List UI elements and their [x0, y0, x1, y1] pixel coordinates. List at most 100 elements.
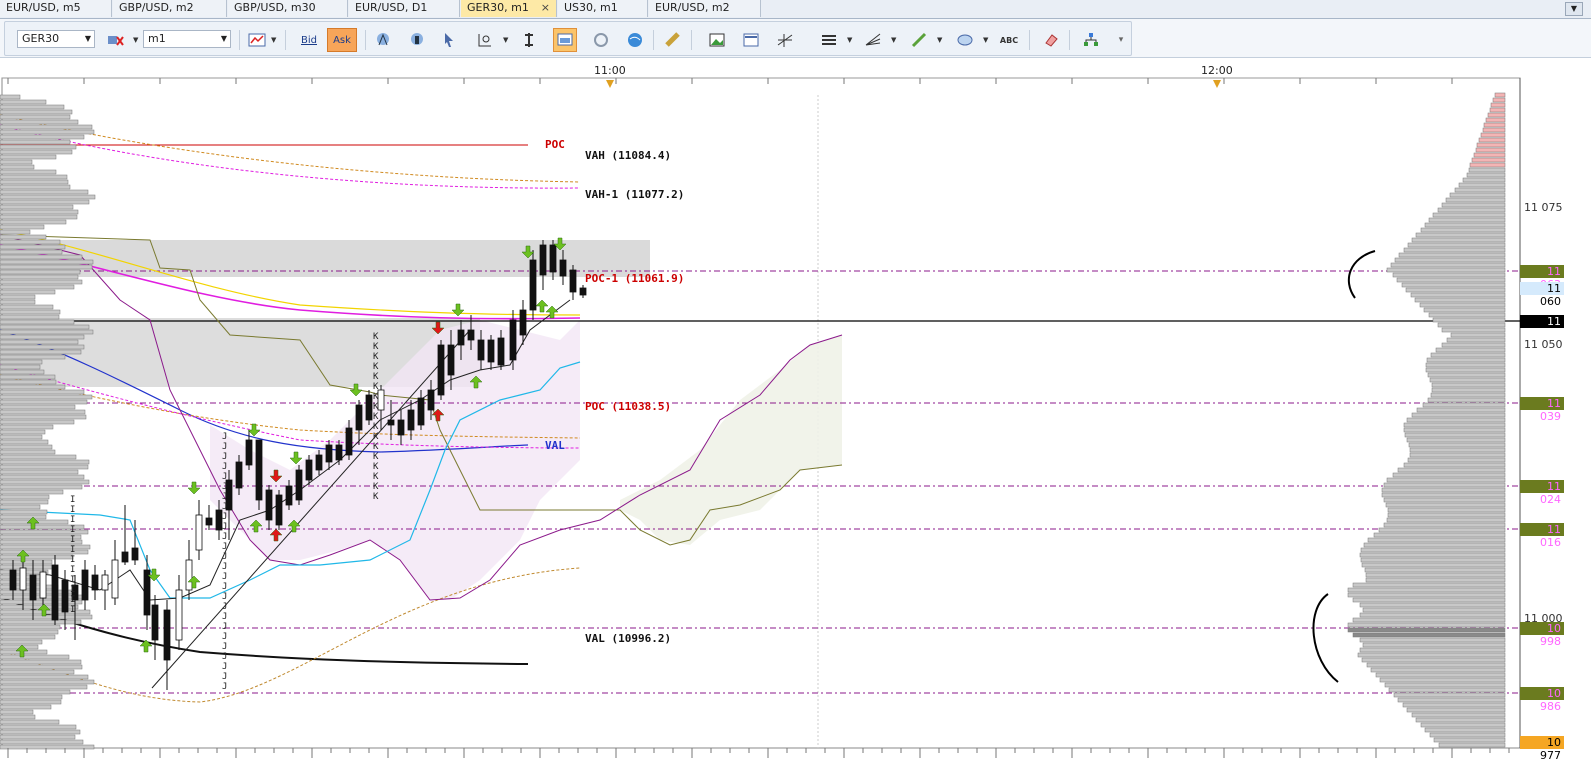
- candle-body: [205, 517, 213, 526]
- candle-body: [195, 514, 203, 551]
- tpo-letter-i: I: [70, 595, 76, 605]
- volume-bar-right: [1381, 487, 1506, 493]
- price-chart[interactable]: [0, 0, 1591, 775]
- volume-bar-right: [1397, 467, 1506, 473]
- volume-bar-right: [1390, 262, 1506, 268]
- time-label-1100: 11:00: [594, 64, 626, 77]
- price-badge-11039: 11 039: [1520, 397, 1564, 423]
- volume-bar-right: [1437, 322, 1506, 328]
- tpo-letter-j: J: [222, 522, 228, 532]
- volume-bar-left: [0, 619, 82, 625]
- candle-body: [235, 461, 243, 489]
- tpo-letter-i: I: [70, 525, 76, 535]
- candle-body: [397, 419, 405, 436]
- volume-bar-right: [1430, 392, 1506, 398]
- volume-bar-left: [0, 734, 76, 740]
- tpo-letter-j: J: [222, 562, 228, 572]
- volume-bar-right: [1494, 92, 1506, 98]
- volume-bar-left: [0, 469, 79, 475]
- volume-bar-right: [1411, 712, 1506, 718]
- volume-bar-right: [1352, 582, 1506, 588]
- tpo-letter-k: K: [373, 392, 379, 402]
- volume-bar-right: [1347, 622, 1506, 628]
- volume-bar-right: [1361, 657, 1506, 663]
- volume-bar-right: [1432, 212, 1506, 218]
- volume-bar-left: [0, 359, 43, 365]
- volume-bar-left: [0, 314, 60, 320]
- volume-bar-left: [0, 319, 75, 325]
- candle-body: [487, 339, 495, 363]
- volume-bar-right: [1429, 732, 1506, 738]
- volume-bar-right: [1361, 562, 1506, 568]
- volume-bar-right: [1375, 672, 1506, 678]
- volume-bar-left: [0, 179, 69, 185]
- volume-bar-right: [1365, 572, 1506, 578]
- time-label-1200: 12:00: [1201, 64, 1233, 77]
- volume-bar-left: [0, 374, 56, 380]
- volume-bar-left: [0, 324, 90, 330]
- volume-bar-right: [1406, 707, 1506, 713]
- volume-bar-right: [1404, 432, 1506, 438]
- tpo-letter-k: K: [373, 412, 379, 422]
- volume-bar-right: [1370, 667, 1506, 673]
- volume-bar-right: [1387, 512, 1506, 518]
- volume-bar-right: [1379, 677, 1506, 683]
- volume-bar-right: [1359, 637, 1506, 643]
- volume-bar-left: [0, 159, 33, 165]
- volume-bar-right: [1386, 477, 1506, 483]
- tpo-letter-k: K: [373, 492, 379, 502]
- volume-bar-right: [1462, 177, 1506, 183]
- volume-bar-left: [0, 149, 73, 155]
- candle-body: [497, 337, 505, 366]
- candle-body: [91, 574, 99, 591]
- volume-bar-left: [0, 384, 66, 390]
- volume-bar-left: [0, 559, 53, 565]
- volume-bar-left: [0, 459, 90, 465]
- tpo-letter-i: I: [70, 495, 76, 505]
- volume-bar-right: [1410, 292, 1506, 298]
- volume-bar-right: [1445, 197, 1506, 203]
- volume-bar-left: [0, 104, 65, 110]
- tpo-letter-j: J: [222, 492, 228, 502]
- volume-bar-right: [1441, 327, 1506, 333]
- tpo-letter-k: K: [373, 372, 379, 382]
- volume-bar-left: [0, 334, 85, 340]
- volume-bar-right: [1438, 742, 1506, 748]
- volume-bar-left: [0, 329, 94, 335]
- volume-bar-right: [1352, 597, 1506, 603]
- volume-bar-left: [0, 674, 89, 680]
- tpo-letter-k: K: [373, 362, 379, 372]
- candle-body: [345, 427, 353, 456]
- volume-bar-right: [1428, 217, 1506, 223]
- volume-bar-left: [0, 454, 77, 460]
- volume-bar-left: [0, 369, 45, 375]
- tpo-letter-j: J: [222, 472, 228, 482]
- volume-bar-left: [0, 249, 63, 255]
- price-badge-11016: 11 016: [1520, 523, 1564, 549]
- candle-body: [295, 469, 303, 501]
- volume-bar-left: [0, 364, 41, 370]
- volume-bar-right: [1449, 192, 1506, 198]
- tpo-letter-j: J: [222, 572, 228, 582]
- bottom-ticks: [7, 748, 1510, 758]
- candle-body: [335, 444, 343, 461]
- volume-bar-left: [0, 394, 93, 400]
- candle-body: [29, 574, 37, 601]
- volume-bar-left: [0, 124, 93, 130]
- tpo-letter-j: J: [222, 632, 228, 642]
- vah-label: VAH (11084.4): [585, 149, 672, 162]
- candle-body: [81, 569, 89, 601]
- volume-bar-right: [1485, 117, 1506, 123]
- volume-bar-right: [1425, 362, 1506, 368]
- volume-bar-left: [0, 139, 71, 145]
- tpo-letter-j: J: [222, 602, 228, 612]
- volume-bar-left: [0, 439, 49, 445]
- tpo-letter-j: J: [222, 452, 228, 462]
- volume-bar-left: [0, 244, 66, 250]
- volume-bar-left: [0, 739, 84, 745]
- tpo-letter-k: K: [373, 342, 379, 352]
- volume-bar-left: [0, 534, 82, 540]
- volume-bar-left: [0, 354, 66, 360]
- candle-body: [509, 319, 517, 361]
- volume-bar-left: [0, 684, 88, 690]
